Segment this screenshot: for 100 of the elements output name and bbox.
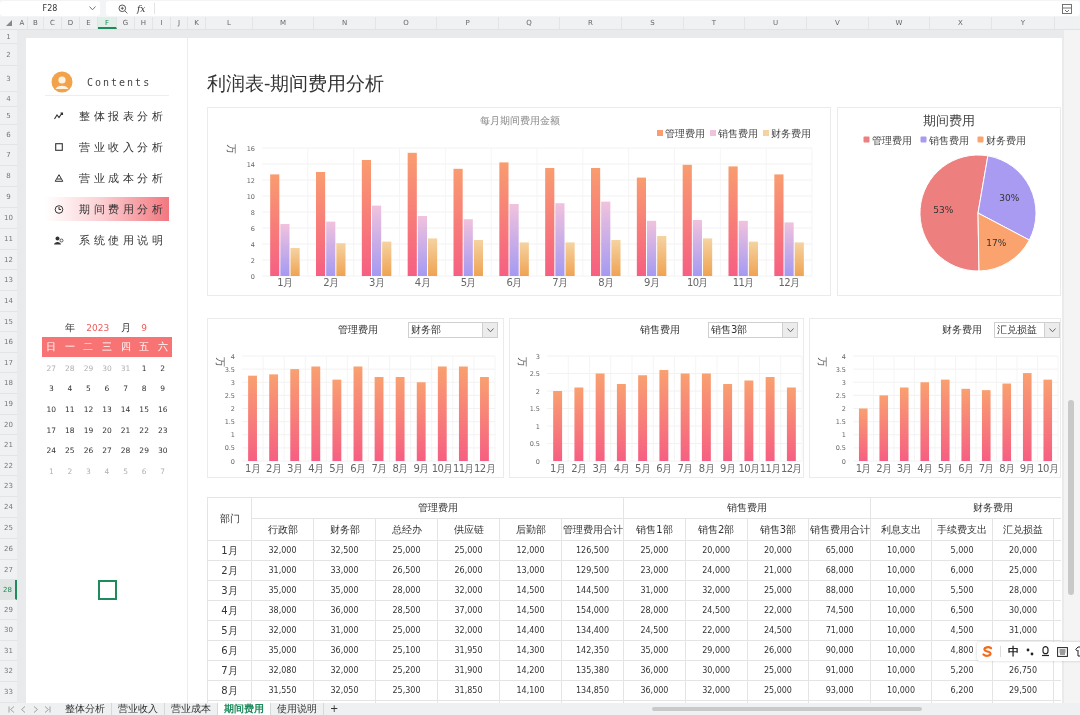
month-value[interactable]: 9 — [134, 323, 154, 333]
table-cell: 32,000 — [251, 620, 314, 641]
table-cell: 93,000 — [808, 680, 871, 701]
bar — [981, 390, 991, 461]
table-cell: 26,500 — [375, 560, 438, 581]
table-cell: 4,500 — [931, 620, 993, 641]
axis-category-label: 7月 — [552, 277, 568, 288]
name-box[interactable]: F28 — [0, 1, 100, 16]
caret-icon — [1048, 327, 1056, 333]
vertical-scrollbar[interactable] — [1064, 30, 1080, 703]
last-sheet-icon[interactable] — [44, 705, 51, 713]
table-cell: 126,500 — [561, 540, 624, 561]
table-cell: 28,000 — [623, 600, 686, 621]
next-sheet-icon[interactable] — [32, 705, 39, 713]
table-cell: 14,300 — [499, 640, 562, 661]
table-cell: 26,000 — [747, 640, 809, 661]
input-mode-toggle[interactable]: 中 — [1008, 644, 1019, 659]
dropdown[interactable]: 汇兑损益 — [994, 322, 1060, 338]
table-cell: 74,500 — [808, 600, 871, 621]
dropdown[interactable]: 财务部 — [408, 322, 498, 338]
column-header: 财务部 — [313, 518, 376, 541]
formula-bar[interactable]: fx — [106, 1, 1080, 16]
table-cell: 154,000 — [561, 600, 624, 621]
column-header: 后勤部 — [499, 518, 562, 541]
group-header: 销售费用 — [623, 497, 871, 519]
weekday-label: 六 — [156, 340, 169, 354]
table-cell: 36,000 — [313, 640, 376, 661]
axis-title: 万 — [817, 357, 828, 367]
axis-category-label: 9月 — [644, 277, 660, 288]
previous-sheet-icon[interactable] — [20, 705, 27, 713]
sidebar-menu-item[interactable]: 整体报表分析 — [45, 104, 169, 128]
legend-label: 销售费用 — [928, 134, 969, 146]
axis-category-label: 8月 — [392, 463, 408, 474]
sheet-tab[interactable]: 整体分析 — [59, 703, 112, 715]
bar — [553, 391, 563, 461]
table-cell: 20,000 — [747, 540, 809, 561]
table-cell: 25,000 — [747, 580, 809, 601]
year-value[interactable]: 2023 — [79, 323, 117, 333]
axis-category-label: 10月 — [738, 463, 760, 474]
table-cell: 32,050 — [313, 680, 376, 701]
row-label: 2月 — [207, 560, 252, 581]
first-sheet-icon[interactable] — [8, 705, 15, 713]
row-label: 4月 — [207, 600, 252, 621]
group-header: 财务费用 — [870, 497, 1061, 519]
dropdown[interactable]: 销售3部 — [708, 322, 798, 338]
scrollbar-thumb[interactable] — [652, 707, 922, 711]
axis-category-label: 3月 — [896, 463, 912, 474]
sidebar-heading: Contents — [87, 76, 152, 88]
s-logo-icon[interactable] — [982, 646, 993, 657]
table-cell: 36,000 — [313, 600, 376, 621]
table-cell: 25,300 — [375, 680, 438, 701]
weekday-label: 二 — [82, 340, 95, 354]
axis-category-label: 7月 — [371, 463, 387, 474]
sheet-tab[interactable]: 使用说明 — [271, 703, 324, 715]
punctuation-icon[interactable] — [1026, 647, 1034, 656]
table-cell: 129,500 — [561, 560, 624, 581]
slice-value-label: 53% — [933, 205, 954, 216]
select-all-icon[interactable] — [5, 20, 12, 26]
table-cell: 25,000 — [437, 540, 500, 561]
legend-label: 管理费用 — [665, 128, 705, 139]
table-cell: 30,000 — [685, 660, 748, 681]
axis-category-label: 5月 — [937, 463, 953, 474]
axis-category-label: 11月 — [452, 463, 474, 474]
column-header: 销售1部 — [623, 518, 686, 541]
table-cell: 5,500 — [931, 580, 993, 601]
table-cell: 31,000 — [313, 620, 376, 641]
legend-label: 管理费用 — [871, 134, 912, 146]
table-cell: 134,400 — [561, 620, 624, 641]
sidebar-menu-item[interactable]: 营业收入分析 — [45, 135, 169, 159]
add-sheet-button[interactable]: + — [324, 703, 345, 715]
axis-category-label: 7月 — [978, 463, 994, 474]
axis-category-label: 10月 — [431, 463, 453, 474]
table-cell: 31,900 — [437, 660, 500, 681]
table-cell: 13,000 — [499, 560, 562, 581]
axis-category-label: 2月 — [266, 463, 282, 474]
microphone-icon[interactable] — [1041, 646, 1050, 657]
sheet-tab[interactable]: 营业收入 — [112, 703, 165, 715]
function-label[interactable]: fx — [137, 3, 146, 14]
table-cell: 5,000 — [931, 540, 993, 561]
avatar-icon — [51, 71, 73, 93]
axis-category-label: 5月 — [635, 463, 651, 474]
row-label: 8月 — [207, 680, 252, 701]
zoom-icon[interactable] — [118, 3, 128, 14]
table-cell: 28,000 — [375, 580, 438, 601]
expand-icon[interactable] — [1062, 3, 1072, 14]
keyboard-icon[interactable] — [1057, 646, 1068, 657]
table-cell: 14,100 — [499, 680, 562, 701]
sheet-tab[interactable]: 期间费用 — [218, 703, 271, 715]
table-cell: 31,000 — [251, 560, 314, 581]
bar — [657, 236, 667, 276]
axis-category-label: 6月 — [958, 463, 974, 474]
table-cell: 32,000 — [685, 580, 748, 601]
scrollbar-thumb[interactable] — [1068, 400, 1074, 595]
legend-label: 财务费用 — [771, 128, 811, 139]
sidebar-menu-item[interactable]: 系统使用说明 — [45, 228, 169, 252]
sidebar-menu-item[interactable]: 营业成本分析 — [45, 166, 169, 190]
axis-category-label: 9月 — [1019, 463, 1035, 474]
axis-category-label: 4月 — [917, 463, 933, 474]
table-cell: 37,000 — [437, 600, 500, 621]
table-cell: 142,350 — [561, 640, 624, 661]
